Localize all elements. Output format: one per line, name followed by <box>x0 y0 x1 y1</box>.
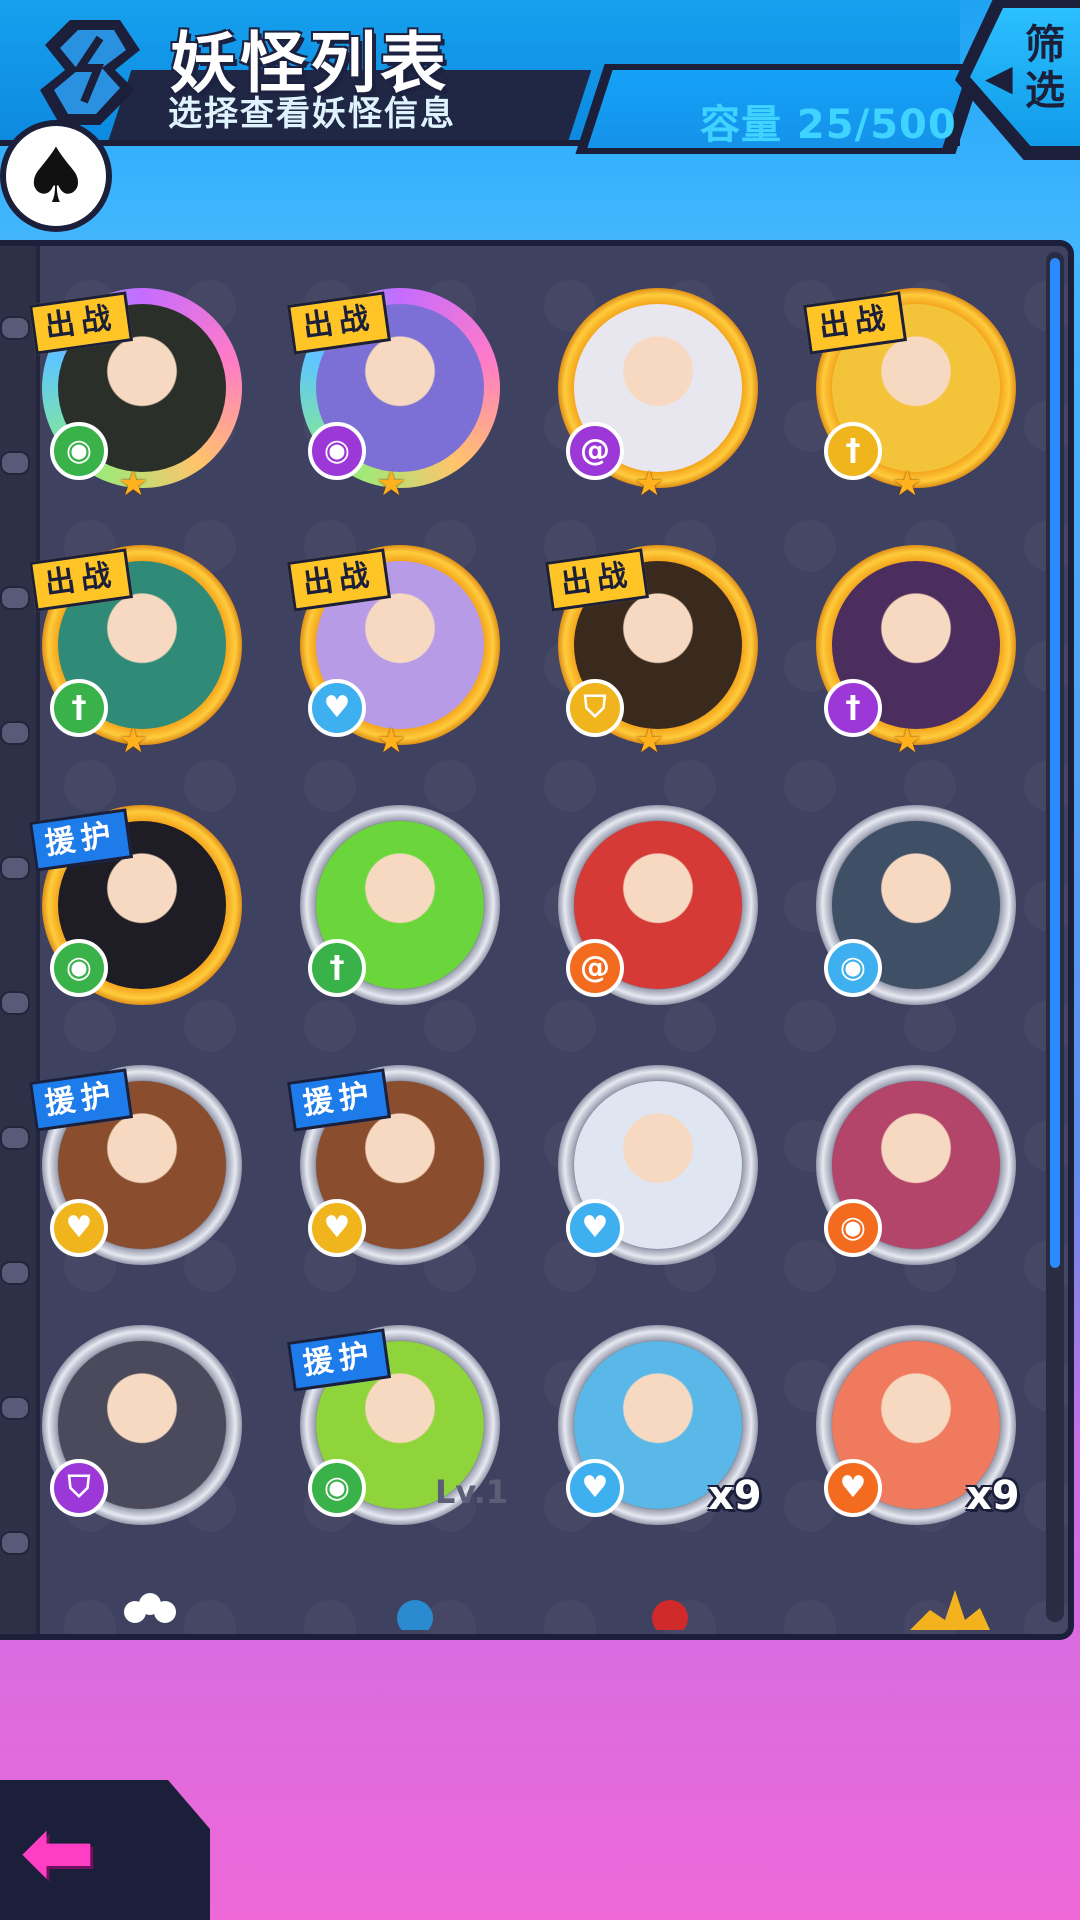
heart-icon: ♥ <box>824 1459 882 1517</box>
stack-count: x9 <box>966 1473 1020 1519</box>
monster-card[interactable]: 出战 † ★ <box>796 268 1026 504</box>
star-icon: ★ <box>892 721 923 761</box>
sword-icon: † <box>824 422 882 480</box>
filter-label[interactable]: 筛选 <box>1020 22 1070 114</box>
sword-icon: † <box>308 939 366 997</box>
partial-card-top <box>910 1590 990 1630</box>
eye-icon: ◉ <box>308 1459 366 1517</box>
heart-icon: ♥ <box>566 1459 624 1517</box>
sword-icon: † <box>50 679 108 737</box>
swirl-icon: @ <box>566 422 624 480</box>
monster-card[interactable]: † <box>280 785 510 1015</box>
monster-card[interactable]: 出战 ⛉ ★ <box>538 525 768 761</box>
shield-icon: ⛉ <box>566 679 624 737</box>
partial-card-top <box>385 1590 445 1636</box>
sword-icon: † <box>824 679 882 737</box>
shield-icon: ⛉ <box>50 1459 108 1517</box>
game-logo-icon <box>40 20 140 125</box>
monster-card[interactable]: ♥ <box>538 1045 768 1275</box>
chevron-left-icon: ◀ <box>985 58 1013 99</box>
header-bar: 妖怪列表 选择查看妖怪信息 容量 25/500 <box>0 0 1080 160</box>
swirl-icon: @ <box>566 939 624 997</box>
level-label: Lv.1 <box>435 1473 509 1511</box>
partial-card-top <box>120 1590 180 1630</box>
monster-card[interactable]: 出战 ◉ ★ <box>22 268 252 504</box>
star-icon: ★ <box>376 464 407 504</box>
monster-card[interactable]: ◉ <box>796 1045 1026 1275</box>
eye-icon: ◉ <box>824 939 882 997</box>
page-subtitle: 选择查看妖怪信息 <box>168 94 456 134</box>
heart-icon: ♥ <box>308 679 366 737</box>
monster-card[interactable]: ⛉ <box>22 1305 252 1535</box>
monster-card[interactable]: 援护 ♥ <box>22 1045 252 1275</box>
star-icon: ★ <box>634 721 665 761</box>
monster-card[interactable]: † ★ <box>796 525 1026 761</box>
heart-icon: ♥ <box>566 1199 624 1257</box>
star-icon: ★ <box>118 721 149 761</box>
monster-card[interactable]: 援护 ◉ Lv.1 <box>280 1305 510 1535</box>
monster-card[interactable]: ◉ <box>796 785 1026 1015</box>
star-icon: ★ <box>892 464 923 504</box>
heart-icon: ♥ <box>50 1199 108 1257</box>
eye-icon: ◉ <box>308 422 366 480</box>
star-icon: ★ <box>376 721 407 761</box>
eye-icon: ◉ <box>824 1199 882 1257</box>
monster-card[interactable]: 出战 ◉ ★ <box>280 268 510 504</box>
monster-card[interactable]: ♥ x9 <box>796 1305 1026 1535</box>
monster-card[interactable]: @ ★ <box>538 268 768 504</box>
monster-card[interactable]: 援护 ♥ <box>280 1045 510 1275</box>
eye-icon: ◉ <box>50 939 108 997</box>
heart-icon: ♥ <box>308 1199 366 1257</box>
star-icon: ★ <box>118 464 149 504</box>
monster-card[interactable]: @ <box>538 785 768 1015</box>
eye-icon: ◉ <box>50 422 108 480</box>
monster-card[interactable]: ♥ x9 <box>538 1305 768 1535</box>
star-icon: ★ <box>634 464 665 504</box>
capacity-counter: 容量 25/500 <box>700 102 957 148</box>
monster-card[interactable]: 援护 ◉ <box>22 785 252 1015</box>
scrollbar-thumb[interactable] <box>1050 258 1060 1268</box>
monster-card[interactable]: 出战 ♥ ★ <box>280 525 510 761</box>
monster-card[interactable]: 出战 † ★ <box>22 525 252 761</box>
partial-card-top <box>640 1590 700 1636</box>
spade-icon[interactable]: ♠ <box>6 126 106 226</box>
back-arrow-icon[interactable]: ⬅ <box>20 1800 95 1905</box>
stack-count: x9 <box>708 1473 762 1519</box>
